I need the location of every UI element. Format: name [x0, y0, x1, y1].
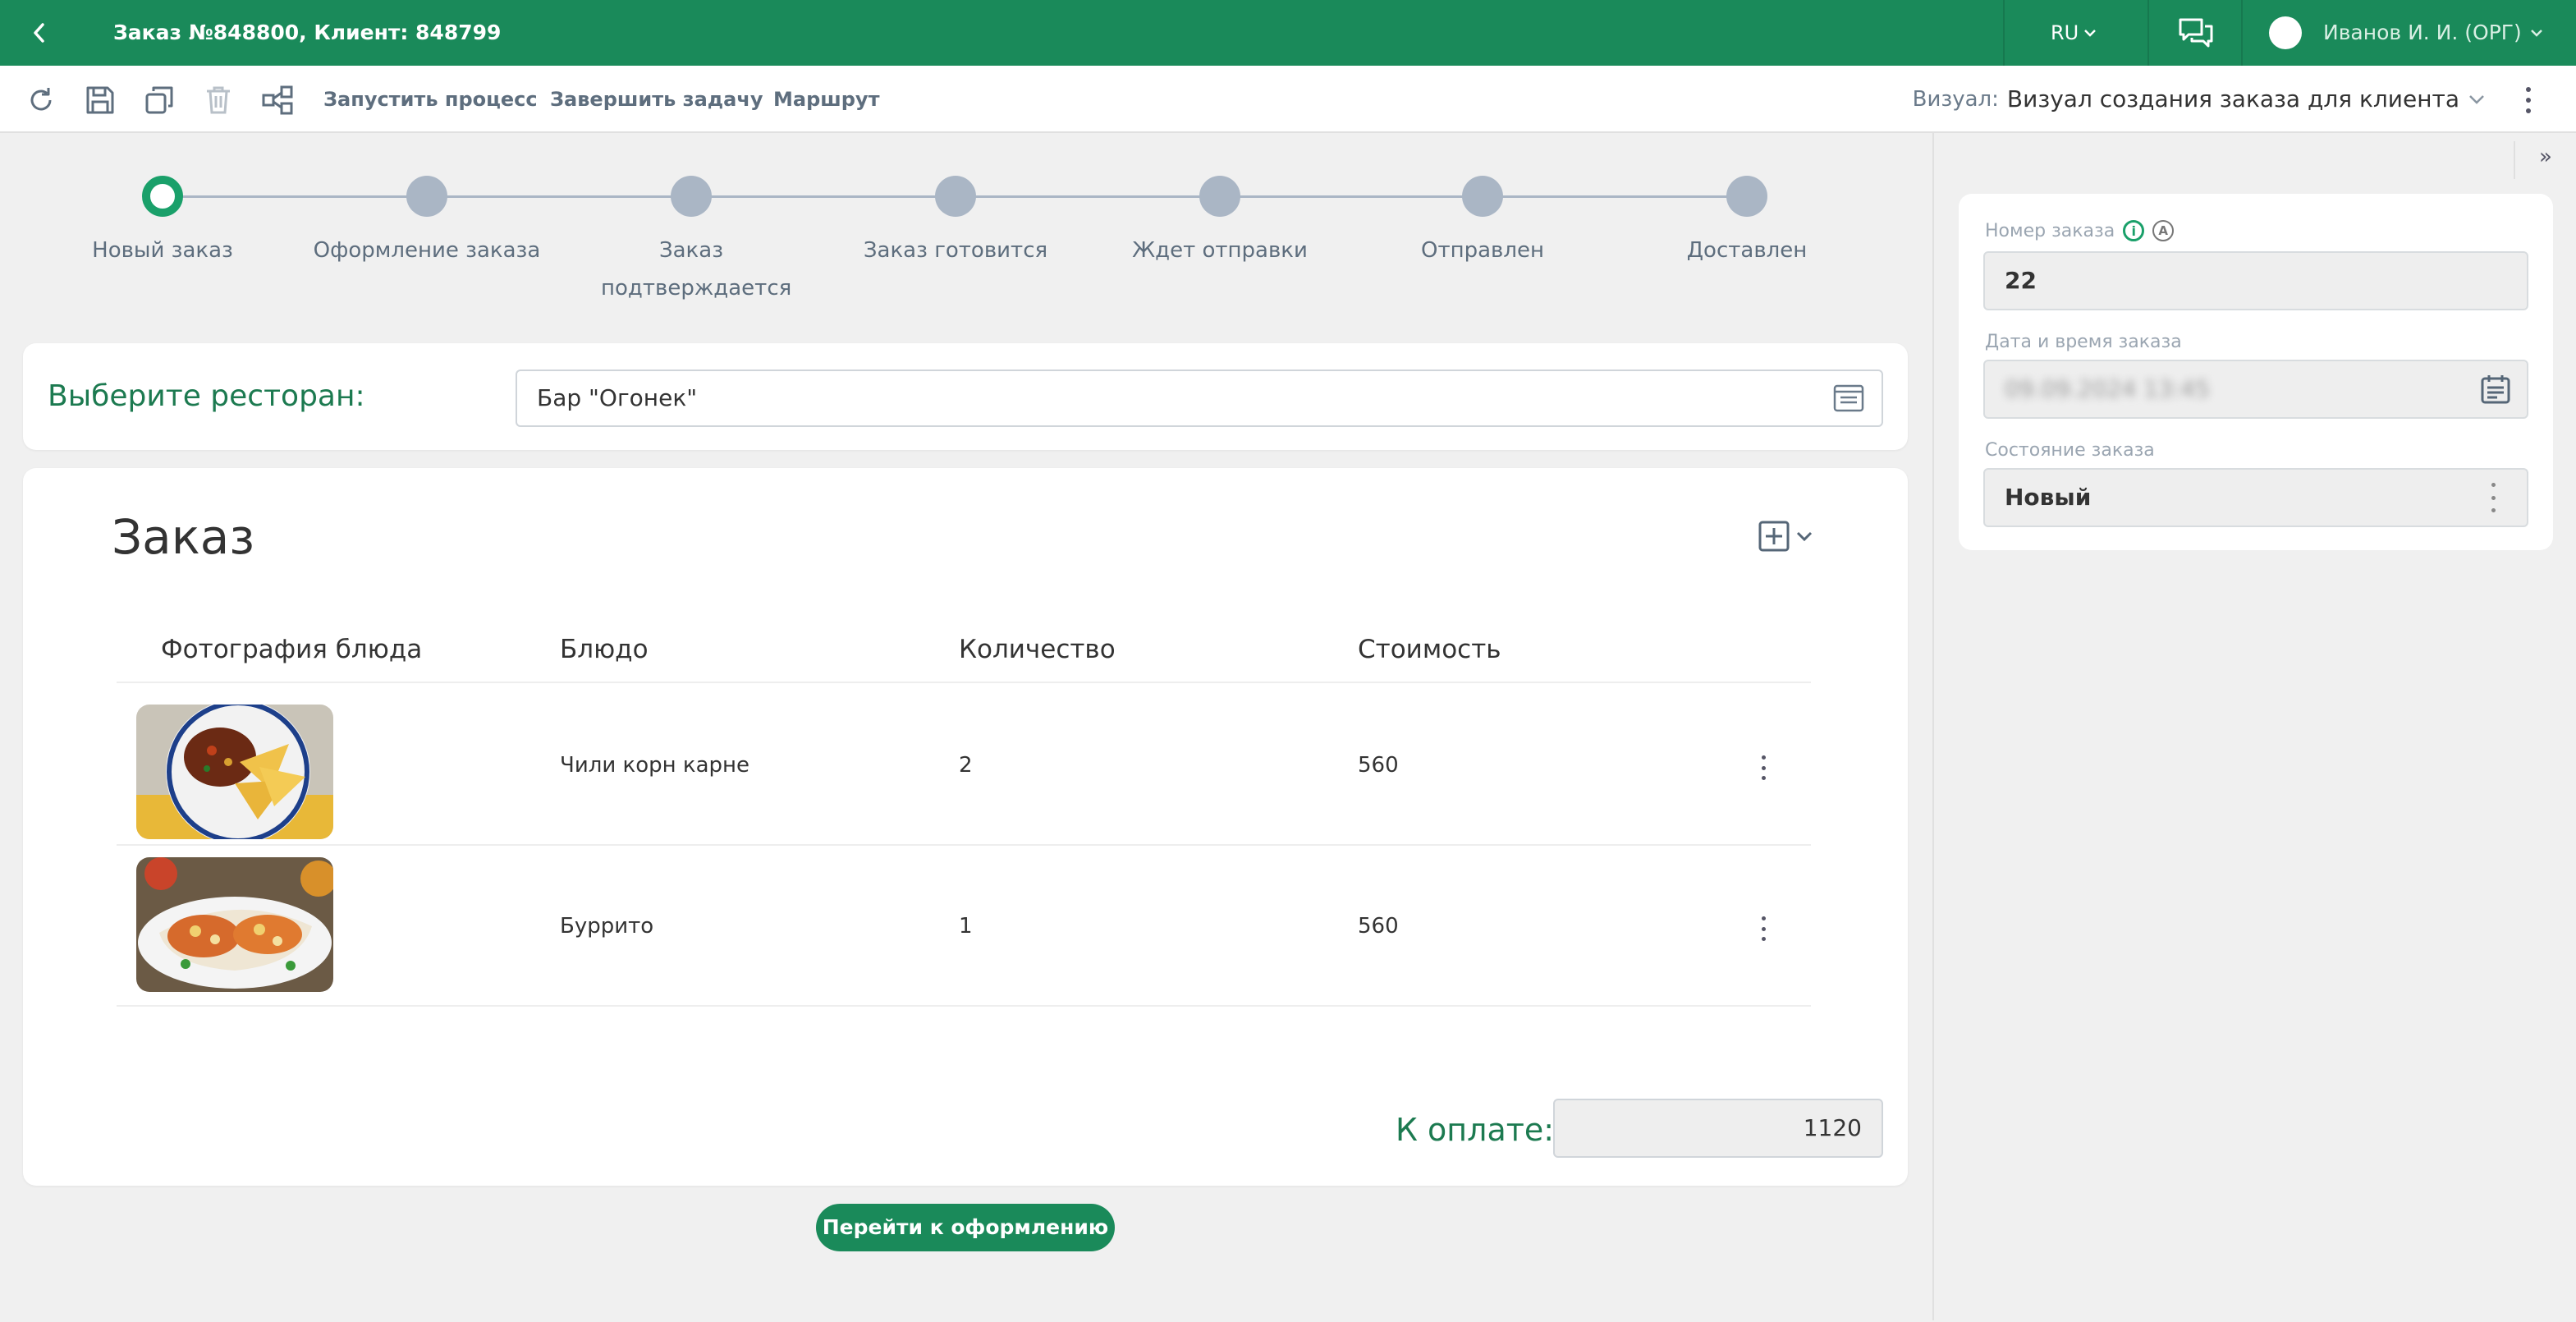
dish-quantity: 1	[959, 914, 973, 939]
chevron-down-icon	[2469, 95, 2484, 104]
language-label: RU	[2051, 21, 2079, 44]
column-header-quantity: Количество	[959, 635, 1116, 664]
datetime-label: Дата и время заказа	[1985, 332, 2182, 352]
divider	[2147, 0, 2149, 66]
step-new-order[interactable]: Новый заказ	[31, 174, 294, 269]
table-header: Фотография блюда Блюдо Количество Стоимо…	[117, 616, 1811, 683]
start-process-button[interactable]: Запустить процесс	[323, 66, 538, 133]
step-confirming[interactable]: Заказ подтверждается	[601, 174, 792, 307]
user-menu[interactable]: Иванов И. И. (ОРГ)	[2323, 0, 2543, 66]
divider	[2514, 141, 2515, 179]
order-card: Заказ Фотография блюда Блюдо Количество …	[23, 468, 1908, 1186]
step-label: Новый заказ	[92, 238, 233, 263]
more-options-icon[interactable]	[2520, 84, 2537, 117]
order-number-label: Номер заказа	[1985, 220, 2115, 241]
column-header-cost: Стоимость	[1358, 635, 1501, 664]
back-icon[interactable]	[23, 16, 56, 49]
step-dot	[1462, 176, 1503, 217]
finish-task-button[interactable]: Завершить задачу	[550, 66, 763, 133]
status-more-icon[interactable]	[2489, 483, 2497, 512]
dish-quantity: 2	[959, 753, 973, 778]
dish-photo	[136, 705, 333, 839]
datetime-field[interactable]: 09.09.2024 13:45	[1983, 360, 2528, 419]
divider	[2241, 0, 2243, 66]
table-row[interactable]: Буррито 1 560	[117, 846, 1811, 1007]
chat-icon[interactable]	[2177, 16, 2215, 51]
route-button[interactable]: Маршрут	[773, 66, 879, 133]
page-title: Заказ №848800, Клиент: 848799	[113, 21, 502, 44]
order-details-card: Номер заказа i A 22 Дата и время заказа …	[1959, 194, 2553, 550]
step-delivered[interactable]: Доставлен	[1616, 174, 1878, 269]
copy-icon[interactable]	[141, 82, 177, 118]
chevron-down-icon	[2530, 30, 2542, 37]
row-more-icon[interactable]	[1758, 755, 1768, 780]
column-header-dish: Блюдо	[560, 635, 649, 664]
go-to-checkout-button[interactable]: Перейти к оформлению	[816, 1204, 1115, 1251]
dish-name: Буррито	[560, 914, 654, 939]
divider	[2003, 0, 2005, 66]
user-name: Иванов И. И. (ОРГ)	[2323, 21, 2522, 44]
status-value: Новый	[2005, 484, 2092, 511]
language-selector[interactable]: RU	[2051, 0, 2097, 66]
refresh-icon[interactable]	[23, 82, 59, 118]
dish-photo	[136, 857, 333, 992]
list-picker-icon[interactable]	[1832, 383, 1865, 414]
toolbar: Запустить процесс Завершить задачу Маршр…	[0, 66, 2576, 133]
step-label: Заказ подтверждается	[601, 238, 792, 301]
add-item-button[interactable]	[1757, 519, 1816, 555]
collapse-panel-icon[interactable]: »	[2533, 145, 2558, 169]
step-ordering[interactable]: Оформление заказа	[296, 174, 558, 269]
visual-selector[interactable]: Визуал: Визуал создания заказа для клиен…	[1913, 66, 2486, 133]
step-dot	[1726, 176, 1767, 217]
side-panel: » Номер заказа i A 22 Дата и время заказ…	[1932, 133, 2576, 1320]
table-row[interactable]: Чили корн карне 2 560	[117, 685, 1811, 846]
info-icon[interactable]: i	[2123, 220, 2145, 241]
share-process-icon[interactable]	[259, 82, 296, 118]
row-more-icon[interactable]	[1758, 916, 1768, 941]
status-field[interactable]: Новый	[1983, 468, 2528, 527]
step-label: Оформление заказа	[313, 238, 541, 263]
order-number-label-row: Номер заказа i A	[1985, 220, 2175, 241]
avatar[interactable]	[2269, 16, 2302, 49]
step-dot	[935, 176, 976, 217]
step-dot	[406, 176, 447, 217]
order-title: Заказ	[112, 509, 255, 565]
step-dispatched[interactable]: Отправлен	[1351, 174, 1614, 269]
step-label: Ждет отправки	[1132, 238, 1308, 263]
step-label: Отправлен	[1421, 238, 1544, 263]
step-awaiting-dispatch[interactable]: Ждет отправки	[1089, 174, 1351, 269]
restaurant-card: Выберите ресторан: Бар "Огонек"	[23, 343, 1908, 450]
step-label: Заказ готовится	[863, 238, 1048, 263]
step-cooking[interactable]: Заказ готовится	[824, 174, 1087, 269]
order-stepper: Новый заказ Оформление заказа Заказ подт…	[0, 174, 1932, 301]
total-label: К оплате:	[1396, 1112, 1555, 1148]
chevron-down-icon	[2084, 30, 2097, 37]
column-header-photo: Фотография блюда	[161, 635, 423, 664]
dish-cost: 560	[1358, 753, 1399, 778]
top-bar: Заказ №848800, Клиент: 848799 RU Иванов …	[0, 0, 2576, 66]
visual-label: Визуал:	[1912, 87, 1999, 112]
step-dot	[671, 176, 712, 217]
main-content: Новый заказ Оформление заказа Заказ подт…	[0, 133, 1932, 1320]
restaurant-label: Выберите ресторан:	[48, 379, 365, 413]
visual-value: Визуал создания заказа для клиента	[2006, 85, 2459, 112]
total-value-field: 1120	[1553, 1099, 1883, 1158]
delete-icon[interactable]	[200, 82, 236, 118]
restaurant-select[interactable]: Бар "Огонек"	[516, 370, 1883, 427]
datetime-value: 09.09.2024 13:45	[2005, 375, 2210, 402]
dish-name: Чили корн карне	[560, 753, 750, 778]
step-label: Доставлен	[1686, 238, 1808, 263]
step-dot	[1199, 176, 1240, 217]
restaurant-value: Бар "Огонек"	[537, 384, 698, 411]
auto-icon: A	[2152, 220, 2175, 241]
order-number-field[interactable]: 22	[1983, 251, 2528, 310]
save-icon[interactable]	[82, 82, 118, 118]
status-label: Состояние заказа	[1985, 440, 2155, 461]
dish-cost: 560	[1358, 914, 1399, 939]
step-dot-active	[142, 176, 183, 217]
calendar-icon[interactable]	[2479, 373, 2512, 406]
